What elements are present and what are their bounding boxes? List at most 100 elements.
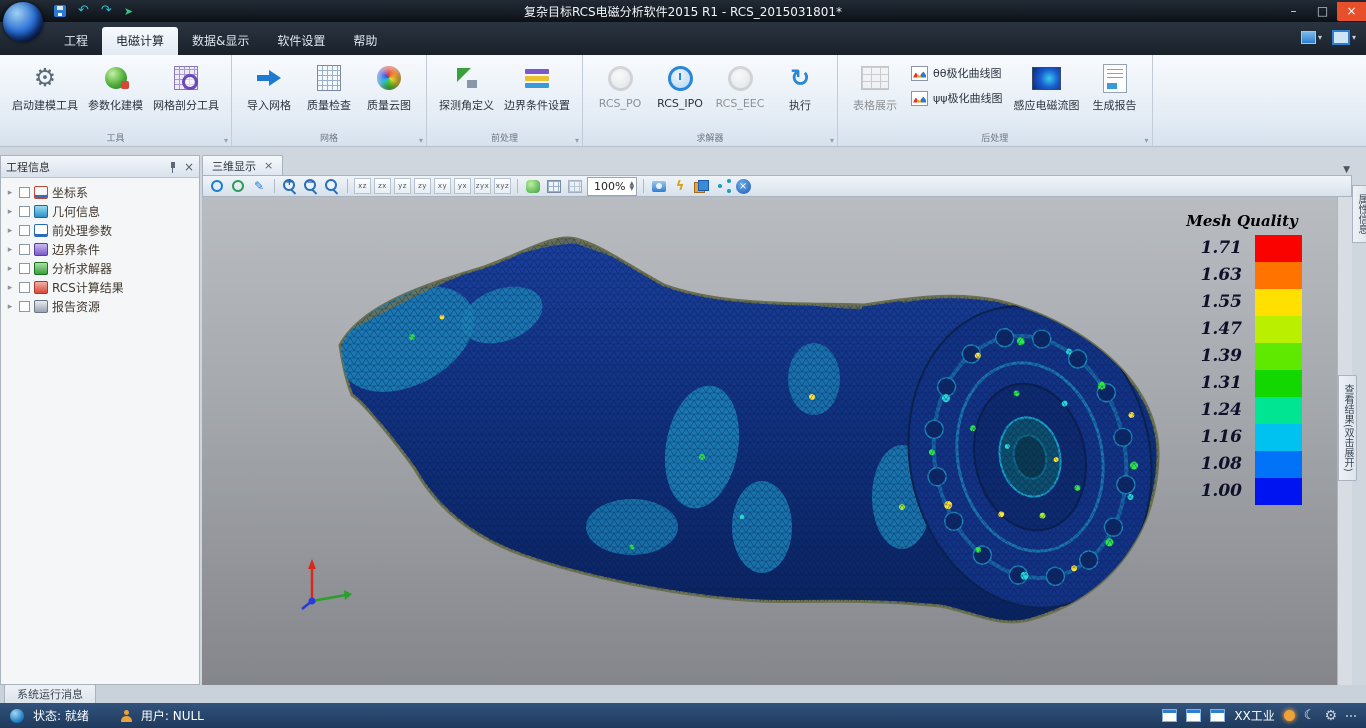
wireframe-mode-icon[interactable] [566,177,584,195]
system-messages-tab[interactable]: 系统运行消息 [4,684,96,703]
layout-window-icon[interactable] [1210,709,1225,722]
moon-icon[interactable]: ☾ [1304,708,1316,723]
checkbox[interactable] [19,225,30,236]
group-launcher-icon[interactable]: ▾ [419,136,423,145]
quality-check-button[interactable]: 质量检查 [299,60,359,116]
probe-angle-button[interactable]: 探测角定义 [434,60,499,116]
tree-item-geometry-info[interactable]: ▸ 几何信息 [3,202,197,221]
expand-arrow-icon[interactable]: ▸ [5,302,15,312]
zoom-window-icon[interactable] [323,177,341,195]
tree-item-boundary-conditions[interactable]: ▸ 边界条件 [3,240,197,259]
view-xy-button[interactable]: xy [434,178,451,194]
minimize-button[interactable]: – [1279,2,1308,21]
panel-layout-button[interactable]: ▾ [1301,31,1322,44]
sun-icon[interactable] [1284,710,1295,721]
expand-arrow-icon[interactable]: ▸ [5,226,15,236]
layers-stack-icon[interactable] [692,177,710,195]
expand-arrow-icon[interactable]: ▸ [5,245,15,255]
checkbox[interactable] [19,301,30,312]
tab-data-display[interactable]: 数据&显示 [178,27,263,55]
tab-close-icon[interactable]: × [264,159,273,172]
shaded-mode-icon[interactable] [524,177,542,195]
rcs-ipo-button[interactable]: RCS_IPO [650,60,710,113]
expand-arrow-icon[interactable]: ▸ [5,283,15,293]
mesh-partition-tool-button[interactable]: 网格剖分工具 [148,60,224,116]
attribute-info-vertical-tab[interactable]: 属性信息 [1352,185,1366,243]
checkbox[interactable] [19,244,30,255]
rotate-view-icon[interactable] [229,177,247,195]
quick-launch-icon[interactable]: ➤ [124,5,133,18]
group-launcher-icon[interactable]: ▾ [1145,136,1149,145]
tab-project[interactable]: 工程 [50,27,102,55]
view-yz-button[interactable]: yz [394,178,411,194]
grid-mode-icon[interactable] [545,177,563,195]
orbit-icon[interactable] [208,177,226,195]
ribbon-tab-bar: 工程 电磁计算 数据&显示 软件设置 帮助 [0,22,1366,55]
psi-polarization-curve-button[interactable]: ψψ极化曲线图 [907,89,1007,107]
pin-icon[interactable] [168,161,178,173]
tree-item-preprocess-params[interactable]: ▸ 前处理参数 [3,221,197,240]
group-launcher-icon[interactable]: ▾ [830,136,834,145]
expand-arrow-icon[interactable]: ▸ [5,207,15,217]
tab-em-computation[interactable]: 电磁计算 [102,27,178,55]
view-zx-button[interactable]: zx [374,178,391,194]
resize-grip[interactable] [1346,715,1356,717]
settings-gear-icon[interactable]: ⚙ [1324,708,1337,724]
group-launcher-icon[interactable]: ▾ [224,136,228,145]
maximize-button[interactable]: □ [1308,2,1337,21]
view-results-vertical-tab[interactable]: 查看结果(双击展开) [1338,375,1357,481]
redo-icon[interactable]: ↷ [101,5,112,17]
view-xz-button[interactable]: xz [354,178,371,194]
checkbox[interactable] [19,187,30,198]
zoom-out-icon[interactable]: − [302,177,320,195]
undo-icon[interactable]: ↶ [78,5,89,17]
rcs-po-button[interactable]: RCS_PO [590,60,650,113]
tab-overflow-icon[interactable]: ▼ [1343,165,1352,175]
zoom-level-select[interactable]: 100% ▲▼ [587,177,637,196]
tree-item-solver[interactable]: ▸ 分析求解器 [3,259,197,278]
generate-report-button[interactable]: 生成报告 [1085,60,1145,116]
execute-button[interactable]: ↻ 执行 [770,60,830,116]
induced-current-map-button[interactable]: 感应电磁流图 [1009,60,1085,116]
checkbox[interactable] [19,206,30,217]
display-mode-button[interactable]: ▾ [1332,30,1356,45]
tree-item-rcs-results[interactable]: ▸ RCS计算结果 [3,278,197,297]
theta-polarization-curve-button[interactable]: θθ极化曲线图 [907,64,1007,82]
layout-window-icon[interactable] [1186,709,1201,722]
tab-3d-display[interactable]: 三维显示 × [202,155,283,175]
clear-view-icon[interactable]: × [734,177,752,195]
view-yx-button[interactable]: yx [454,178,471,194]
view-iso1-button[interactable]: zyx [474,178,491,194]
scene-graph-icon[interactable] [713,177,731,195]
expand-arrow-icon[interactable]: ▸ [5,188,15,198]
table-display-button[interactable]: 表格展示 [845,60,905,116]
app-logo-icon[interactable] [3,2,43,42]
launch-modeling-tool-button[interactable]: ⚙ 启动建模工具 [7,60,83,116]
rcs-eec-button[interactable]: RCS_EEC [710,60,770,113]
tree-item-report-resources[interactable]: ▸ 报告资源 [3,297,197,316]
tree-item-coordinate-system[interactable]: ▸ 坐标系 [3,183,197,202]
draw-icon[interactable]: ✎ [250,177,268,195]
tab-software-settings[interactable]: 软件设置 [263,27,339,55]
layout-window-icon[interactable] [1162,709,1177,722]
capture-icon[interactable] [650,177,668,195]
import-mesh-button[interactable]: 导入网格 [239,60,299,116]
mesh-model[interactable] [202,197,1338,685]
panel-close-icon[interactable]: × [184,160,194,174]
view-zy-button[interactable]: zy [414,178,431,194]
probe-lightning-icon[interactable]: ϟ [671,177,689,195]
checkbox[interactable] [19,263,30,274]
close-button[interactable]: × [1337,2,1366,21]
checkbox[interactable] [19,282,30,293]
save-icon[interactable] [54,5,66,17]
boundary-condition-button[interactable]: 边界条件设置 [499,60,575,116]
view-iso2-button[interactable]: xyz [494,178,511,194]
zoom-in-icon[interactable]: + [281,177,299,195]
tab-help[interactable]: 帮助 [339,27,391,55]
viewport-3d[interactable]: Mesh Quality 1.71 1.63 1.55 1.47 1.39 1.… [202,197,1338,685]
group-launcher-icon[interactable]: ▾ [575,136,579,145]
expand-arrow-icon[interactable]: ▸ [5,264,15,274]
parametric-modeling-button[interactable]: 参数化建模 [83,60,148,116]
quality-cloud-map-button[interactable]: 质量云图 [359,60,419,116]
zoom-spinner[interactable]: ▲▼ [629,181,634,191]
